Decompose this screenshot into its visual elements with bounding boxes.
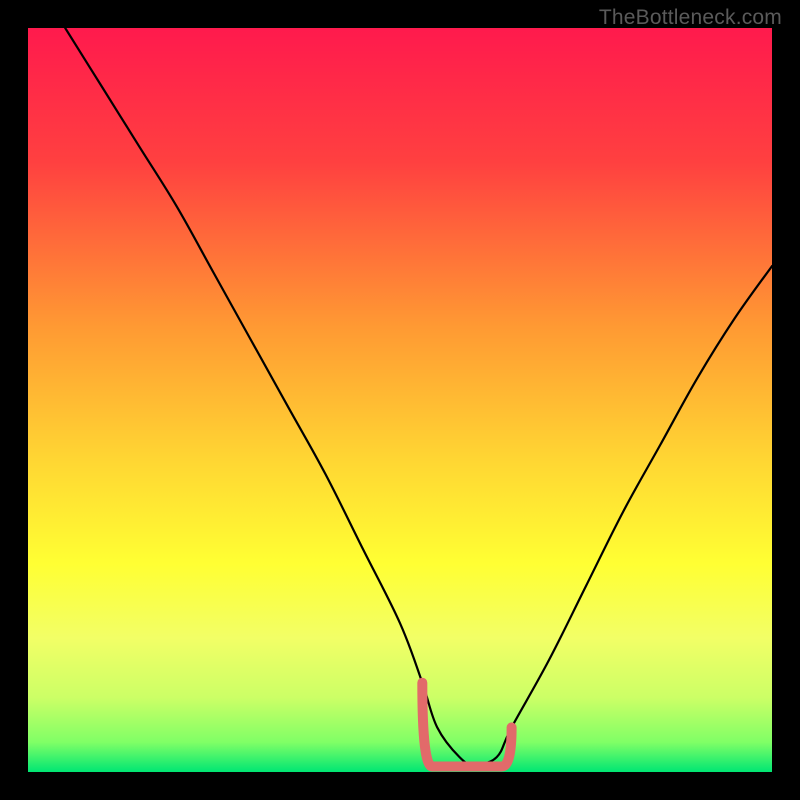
chart-background xyxy=(28,28,772,772)
watermark-text: TheBottleneck.com xyxy=(599,6,782,30)
chart-canvas xyxy=(28,28,772,772)
bottleneck-chart xyxy=(28,28,772,772)
